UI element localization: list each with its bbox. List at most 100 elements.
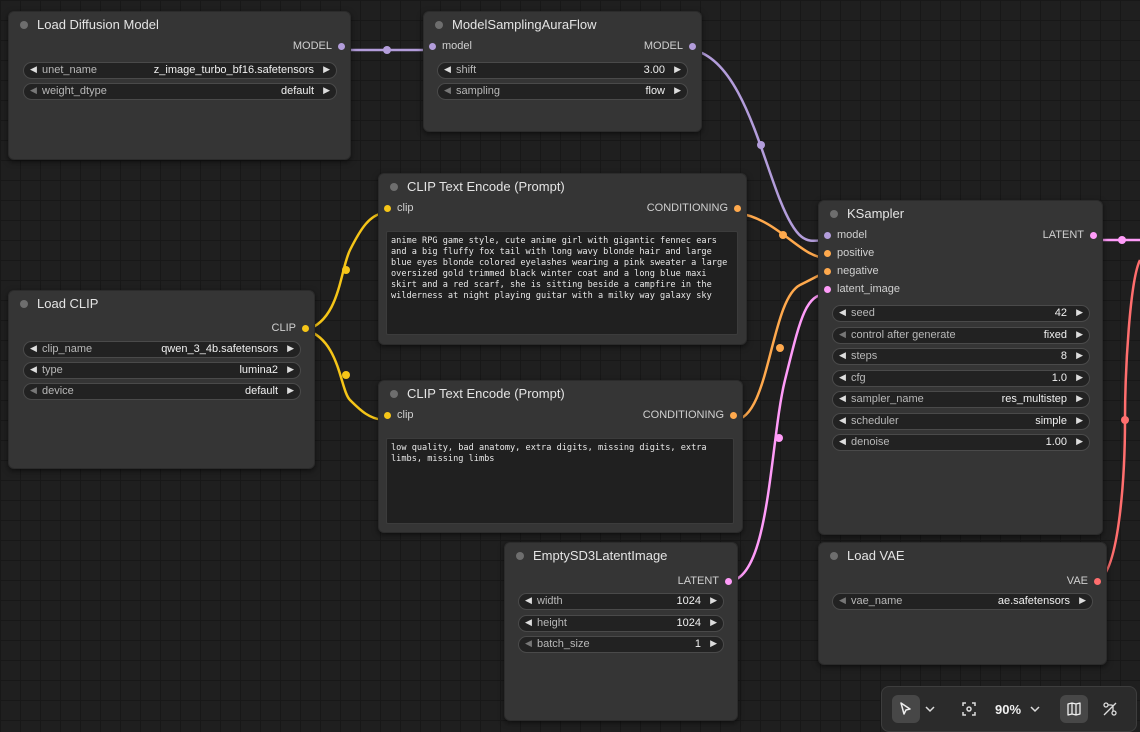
- node-title[interactable]: Load VAE: [819, 543, 1106, 569]
- node-title[interactable]: ModelSamplingAuraFlow: [424, 12, 701, 38]
- arrow-left-icon[interactable]: ◀: [839, 415, 846, 426]
- zoom-level[interactable]: 90%: [995, 702, 1021, 717]
- arrow-right-icon[interactable]: ▶: [1079, 595, 1086, 606]
- arrow-right-icon[interactable]: ▶: [323, 64, 330, 75]
- node-load-vae[interactable]: Load VAE VAE ◀ vae_name ae.safetensors ▶: [818, 542, 1107, 665]
- arrow-right-icon[interactable]: ▶: [287, 343, 294, 354]
- fit-view-button[interactable]: [955, 695, 983, 723]
- widget-height[interactable]: ◀ height 1024 ▶: [518, 615, 724, 632]
- arrow-right-icon[interactable]: ▶: [287, 385, 294, 396]
- widget-control-after-generate[interactable]: ◀ control after generate fixed ▶: [832, 327, 1090, 344]
- arrow-right-icon[interactable]: ▶: [710, 638, 717, 649]
- arrow-left-icon[interactable]: ◀: [525, 595, 532, 606]
- conditioning-output-dot-icon[interactable]: [730, 412, 737, 419]
- latent-output-dot-icon[interactable]: [725, 578, 732, 585]
- arrow-left-icon[interactable]: ◀: [839, 372, 846, 383]
- clip-input-dot-icon[interactable]: [384, 412, 391, 419]
- latent-input-dot-icon[interactable]: [824, 286, 831, 293]
- collapse-dot-icon[interactable]: [390, 390, 398, 398]
- arrow-left-icon[interactable]: ◀: [525, 617, 532, 628]
- node-load-clip[interactable]: Load CLIP CLIP ◀ clip_name qwen_3_4b.saf…: [8, 290, 315, 469]
- output-slot-clip[interactable]: CLIP: [9, 320, 314, 338]
- arrow-left-icon[interactable]: ◀: [30, 385, 37, 396]
- arrow-left-icon[interactable]: ◀: [839, 436, 846, 447]
- slot-row-model[interactable]: model MODEL: [424, 38, 701, 56]
- arrow-left-icon[interactable]: ◀: [839, 329, 846, 340]
- arrow-left-icon[interactable]: ◀: [444, 85, 451, 96]
- arrow-right-icon[interactable]: ▶: [674, 85, 681, 96]
- latent-output-dot-icon[interactable]: [1090, 232, 1097, 239]
- arrow-right-icon[interactable]: ▶: [1076, 436, 1083, 447]
- conditioning-output-dot-icon[interactable]: [734, 205, 741, 212]
- arrow-left-icon[interactable]: ◀: [839, 595, 846, 606]
- collapse-dot-icon[interactable]: [20, 21, 28, 29]
- prompt-textarea-positive[interactable]: anime RPG game style, cute anime girl wi…: [386, 231, 738, 335]
- select-pointer-button[interactable]: [892, 695, 920, 723]
- arrow-right-icon[interactable]: ▶: [1076, 415, 1083, 426]
- widget-type[interactable]: ◀ type lumina2 ▶: [23, 362, 301, 379]
- collapse-dot-icon[interactable]: [390, 183, 398, 191]
- arrow-left-icon[interactable]: ◀: [30, 364, 37, 375]
- arrow-left-icon[interactable]: ◀: [839, 350, 846, 361]
- arrow-right-icon[interactable]: ▶: [287, 364, 294, 375]
- arrow-right-icon[interactable]: ▶: [1076, 329, 1083, 340]
- arrow-right-icon[interactable]: ▶: [710, 617, 717, 628]
- slot-row-latent-image[interactable]: latent_image: [819, 281, 1102, 299]
- arrow-right-icon[interactable]: ▶: [323, 85, 330, 96]
- arrow-right-icon[interactable]: ▶: [1076, 393, 1083, 404]
- node-clip-text-encode-negative[interactable]: CLIP Text Encode (Prompt) clip CONDITION…: [378, 380, 743, 533]
- widget-scheduler[interactable]: ◀ scheduler simple ▶: [832, 413, 1090, 430]
- node-empty-sd3-latent-image[interactable]: EmptySD3LatentImage LATENT ◀ width 1024 …: [504, 542, 738, 721]
- slot-row-model[interactable]: model LATENT: [819, 227, 1102, 245]
- node-model-sampling-auraflow[interactable]: ModelSamplingAuraFlow model MODEL ◀ shif…: [423, 11, 702, 132]
- vae-output-dot-icon[interactable]: [1094, 578, 1101, 585]
- node-ksampler[interactable]: KSampler model LATENT positive negative …: [818, 200, 1103, 535]
- widget-sampler-name[interactable]: ◀ sampler_name res_multistep ▶: [832, 391, 1090, 408]
- arrow-right-icon[interactable]: ▶: [1076, 372, 1083, 383]
- negative-input-dot-icon[interactable]: [824, 268, 831, 275]
- collapse-dot-icon[interactable]: [830, 552, 838, 560]
- node-title[interactable]: EmptySD3LatentImage: [505, 543, 737, 569]
- collapse-dot-icon[interactable]: [435, 21, 443, 29]
- widget-weight-dtype[interactable]: ◀ weight_dtype default ▶: [23, 83, 337, 100]
- prompt-textarea-negative[interactable]: low quality, bad anatomy, extra digits, …: [386, 438, 734, 524]
- output-slot-model[interactable]: MODEL: [9, 38, 350, 56]
- clip-output-dot-icon[interactable]: [302, 325, 309, 332]
- arrow-right-icon[interactable]: ▶: [1076, 307, 1083, 318]
- slot-row-clip[interactable]: clip CONDITIONING: [379, 407, 742, 425]
- widget-cfg[interactable]: ◀ cfg 1.0 ▶: [832, 370, 1090, 387]
- arrow-left-icon[interactable]: ◀: [30, 343, 37, 354]
- collapse-dot-icon[interactable]: [830, 210, 838, 218]
- widget-sampling[interactable]: ◀ sampling flow ▶: [437, 83, 688, 100]
- widget-batch-size[interactable]: ◀ batch_size 1 ▶: [518, 636, 724, 653]
- slot-row-clip[interactable]: clip CONDITIONING: [379, 200, 746, 218]
- widget-seed[interactable]: ◀ seed 42 ▶: [832, 305, 1090, 322]
- output-slot-vae[interactable]: VAE: [819, 573, 1106, 591]
- minimap-button[interactable]: [1060, 695, 1088, 723]
- node-title[interactable]: Load CLIP: [9, 291, 314, 317]
- widget-steps[interactable]: ◀ steps 8 ▶: [832, 348, 1090, 365]
- slot-row-negative[interactable]: negative: [819, 263, 1102, 281]
- node-title[interactable]: CLIP Text Encode (Prompt): [379, 381, 742, 407]
- widget-shift[interactable]: ◀ shift 3.00 ▶: [437, 62, 688, 79]
- widget-denoise[interactable]: ◀ denoise 1.00 ▶: [832, 434, 1090, 451]
- node-title[interactable]: Load Diffusion Model: [9, 12, 350, 38]
- arrow-left-icon[interactable]: ◀: [30, 85, 37, 96]
- widget-device[interactable]: ◀ device default ▶: [23, 383, 301, 400]
- arrow-right-icon[interactable]: ▶: [674, 64, 681, 75]
- node-clip-text-encode-positive[interactable]: CLIP Text Encode (Prompt) clip CONDITION…: [378, 173, 747, 345]
- toggle-links-button[interactable]: [1096, 695, 1124, 723]
- widget-clip-name[interactable]: ◀ clip_name qwen_3_4b.safetensors ▶: [23, 341, 301, 358]
- arrow-left-icon[interactable]: ◀: [444, 64, 451, 75]
- widget-width[interactable]: ◀ width 1024 ▶: [518, 593, 724, 610]
- arrow-left-icon[interactable]: ◀: [839, 393, 846, 404]
- clip-input-dot-icon[interactable]: [384, 205, 391, 212]
- node-title[interactable]: KSampler: [819, 201, 1102, 227]
- output-slot-latent[interactable]: LATENT: [505, 573, 737, 591]
- widget-unet-name[interactable]: ◀ unet_name z_image_turbo_bf16.safetenso…: [23, 62, 337, 79]
- widget-vae-name[interactable]: ◀ vae_name ae.safetensors ▶: [832, 593, 1093, 610]
- arrow-right-icon[interactable]: ▶: [710, 595, 717, 606]
- collapse-dot-icon[interactable]: [516, 552, 524, 560]
- arrow-left-icon[interactable]: ◀: [839, 307, 846, 318]
- model-output-dot-icon[interactable]: [338, 43, 345, 50]
